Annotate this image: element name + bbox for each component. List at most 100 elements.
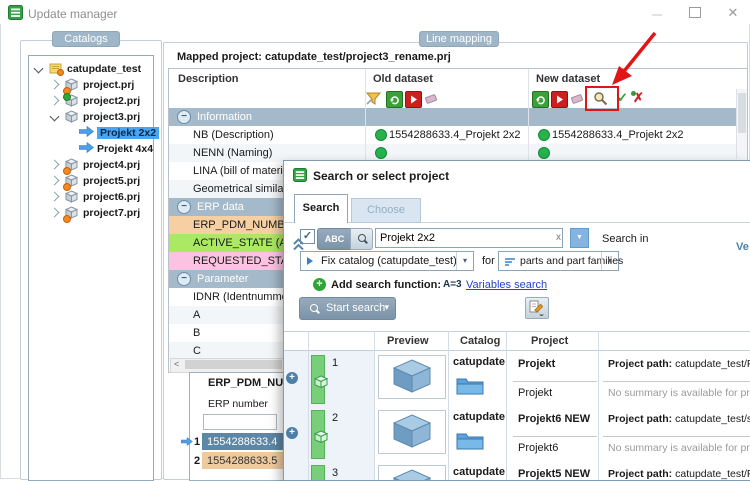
- variables-search-link[interactable]: Variables search: [466, 279, 547, 291]
- results-column-catalog[interactable]: Catalog: [460, 335, 500, 347]
- chevron-down-icon[interactable]: [34, 64, 44, 74]
- tree-item-projekt-4x4[interactable]: Projekt 4x4: [29, 141, 151, 157]
- sync-new-icon[interactable]: [532, 91, 549, 108]
- chevron-down-icon[interactable]: ▾: [456, 252, 473, 270]
- chevron-down-icon[interactable]: [50, 112, 60, 122]
- dialog-title: Search or select project: [313, 169, 449, 183]
- tree-item-label[interactable]: catupdate_test: [67, 63, 141, 75]
- close-icon[interactable]: ✕: [725, 5, 741, 21]
- tree-item-project5-prj[interactable]: project5.prj: [29, 173, 151, 189]
- maximize-icon[interactable]: [689, 7, 701, 18]
- play-old-icon[interactable]: [405, 91, 422, 108]
- results-column-project[interactable]: Project: [531, 335, 568, 347]
- erp-row-2[interactable]: 2 1554288633.5: [180, 452, 284, 469]
- column-old-dataset[interactable]: Old dataset: [373, 73, 433, 85]
- divider: [513, 381, 597, 382]
- play-small-icon: [307, 257, 313, 265]
- erp-column-header[interactable]: ERP_PDM_NUM: [208, 377, 292, 389]
- eraser-old-icon[interactable]: [424, 91, 439, 109]
- tab-choose[interactable]: Choose: [351, 198, 421, 223]
- tree-item-label[interactable]: project7.prj: [83, 207, 140, 219]
- catalog-scope-dropdown[interactable]: Fix catalog (catupdate_test) ▾: [300, 251, 474, 271]
- collapse-chevrons-icon[interactable]: [292, 237, 305, 252]
- tree-item-project-prj[interactable]: project.prj: [29, 77, 151, 93]
- version-link[interactable]: Ve: [736, 241, 749, 253]
- start-search-button[interactable]: Start search ▾: [299, 297, 396, 320]
- clear-search-icon[interactable]: x: [556, 232, 561, 243]
- results-header: Preview Catalog Project: [284, 331, 750, 351]
- chevron-right-icon[interactable]: [50, 208, 60, 218]
- tree-item-label[interactable]: project3.prj: [83, 111, 140, 123]
- chevron-right-icon[interactable]: [50, 96, 60, 106]
- tree-item-label[interactable]: project2.prj: [83, 95, 140, 107]
- preview-thumbnail[interactable]: [378, 410, 446, 454]
- search-settings-button[interactable]: [525, 297, 549, 319]
- result-row-2[interactable]: + 2 catupdate Projekt6 NEW Projekt6 Proj…: [284, 406, 750, 462]
- column-new-dataset[interactable]: New dataset: [536, 73, 600, 85]
- erp-filter-input[interactable]: [203, 414, 277, 430]
- collapse-minus-icon[interactable]: −: [177, 110, 191, 124]
- add-plus-icon[interactable]: +: [313, 278, 326, 291]
- eraser-new-icon[interactable]: [570, 91, 585, 109]
- tree-item-project7-prj[interactable]: project7.prj: [29, 205, 151, 221]
- result-row-1[interactable]: + 1 catupdate Projekt Projekt Project pa…: [284, 351, 750, 407]
- line-mapping-panel-label: Line mapping: [419, 31, 499, 47]
- sync-old-icon[interactable]: [386, 91, 403, 108]
- tab-search[interactable]: Search: [294, 194, 348, 223]
- tree-item-project2-prj[interactable]: project2.prj: [29, 93, 151, 109]
- tree-item-label[interactable]: Projekt 4x4: [97, 143, 153, 155]
- collapse-minus-icon[interactable]: −: [177, 272, 191, 286]
- tree-item-label[interactable]: project.prj: [83, 79, 134, 91]
- search-scope-dropdown[interactable]: parts and part families ▾: [498, 251, 619, 271]
- tree-item-label[interactable]: project4.prj: [83, 159, 140, 171]
- tree-item-projekt-2x2[interactable]: Projekt 2x2: [29, 125, 151, 141]
- result-num: 3: [332, 467, 338, 479]
- magnifier-icon: [358, 234, 366, 242]
- expand-plus-icon[interactable]: +: [286, 372, 298, 384]
- play-new-icon[interactable]: [551, 91, 568, 108]
- tree-item-catupdate-test[interactable]: catupdate_test: [29, 61, 151, 77]
- tree-item-label-selected[interactable]: Projekt 2x2: [97, 127, 159, 139]
- column-description[interactable]: Description: [178, 73, 239, 85]
- minimize-icon[interactable]: [652, 14, 662, 16]
- project-path-value: catupdate_test/Proj: [672, 468, 750, 480]
- pattern-search-toggle[interactable]: [350, 228, 373, 250]
- result-row-3[interactable]: + 3 catupdate Projekt5 NEW Project path:…: [284, 461, 750, 481]
- preview-thumbnail[interactable]: [378, 355, 446, 399]
- project-cube-icon: [65, 190, 78, 206]
- search-history-dropdown-icon[interactable]: ▼: [570, 228, 589, 248]
- results-column-preview[interactable]: Preview: [387, 335, 429, 347]
- chevron-down-icon[interactable]: ▾: [601, 252, 618, 270]
- chevron-right-icon[interactable]: [50, 176, 60, 186]
- horizontal-scrollbar[interactable]: <: [170, 358, 285, 373]
- project-path-label: Project path:: [608, 468, 672, 480]
- scrollbar-thumb[interactable]: [738, 93, 746, 133]
- erp-row-1[interactable]: 1 1554288633.4: [180, 433, 284, 450]
- catalog-tree: catupdate_test project.prj project2.prj …: [28, 55, 154, 481]
- folder-icon: [456, 430, 484, 450]
- scroll-left-icon[interactable]: <: [174, 359, 179, 369]
- tree-item-project4-prj[interactable]: project4.prj: [29, 157, 151, 173]
- green-check-badge-icon: [63, 93, 71, 101]
- column-divider: [506, 331, 507, 480]
- tree-item-label[interactable]: project6.prj: [83, 191, 140, 203]
- divider: [603, 436, 750, 437]
- tree-item-label[interactable]: project5.prj: [83, 175, 140, 187]
- result-summary: No summary is available for proje: [608, 387, 750, 399]
- collapse-minus-icon[interactable]: −: [177, 200, 191, 214]
- chevron-right-icon[interactable]: [50, 160, 60, 170]
- chevron-right-icon[interactable]: [50, 80, 60, 90]
- chevron-down-icon[interactable]: ▾: [384, 302, 389, 313]
- vertical-scrollbar[interactable]: [736, 89, 747, 159]
- chevron-right-icon[interactable]: [50, 192, 60, 202]
- filter-icon[interactable]: [366, 91, 381, 109]
- project-path-value: catupdate_test/Proj: [672, 358, 750, 370]
- expand-plus-icon[interactable]: +: [286, 427, 298, 439]
- mapping-row-nb[interactable]: NB (Description) 1554288633.4_Projekt 2x…: [169, 126, 747, 145]
- tree-item-project6-prj[interactable]: project6.prj: [29, 189, 151, 205]
- section-row-information[interactable]: −Information: [169, 108, 747, 127]
- tree-item-project3-prj[interactable]: project3.prj: [29, 109, 151, 125]
- search-input[interactable]: [375, 228, 563, 248]
- abc-text-search-toggle[interactable]: ABC: [317, 228, 352, 250]
- scrollbar-thumb[interactable]: [185, 360, 282, 369]
